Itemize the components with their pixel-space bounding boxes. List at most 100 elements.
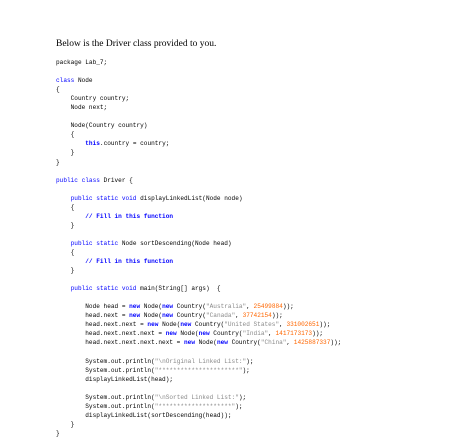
code-token: new — [129, 303, 141, 311]
code-token: "United States" — [224, 321, 280, 329]
code-token: Node( — [140, 312, 163, 320]
code-line: Node next; — [56, 103, 341, 112]
code-line: { — [56, 248, 341, 257]
code-token: ); — [235, 402, 243, 410]
document-page: Below is the Driver class provided to yo… — [0, 0, 474, 437]
code-token: new — [180, 321, 192, 329]
code-line: } — [56, 148, 341, 157]
code-line: { — [56, 130, 341, 139]
code-token: 331002651 — [286, 321, 320, 329]
code-token: { — [56, 203, 75, 211]
code-token: "Australia" — [205, 303, 247, 311]
code-line: Node head = new Node(new Country("Austra… — [56, 302, 341, 311]
code-token: , — [246, 303, 254, 311]
code-token: "\nOriginal Linked List:" — [154, 357, 247, 365]
code-line: } — [56, 429, 341, 438]
code-token: head.next = — [56, 312, 130, 320]
code-token: )); — [282, 303, 294, 311]
code-line: class Node — [56, 76, 341, 85]
code-token: Node head = — [56, 303, 130, 311]
code-token: } — [56, 149, 75, 157]
code-line: displayLinkedList(head); — [56, 375, 341, 384]
page-heading: Below is the Driver class provided to yo… — [56, 39, 217, 49]
code-line: } — [56, 266, 341, 275]
code-token: ); — [246, 357, 254, 365]
code-token: new — [147, 321, 159, 329]
code-token: new — [162, 303, 174, 311]
code-line: package Lab_7; — [56, 58, 341, 67]
code-token: Country( — [227, 339, 261, 347]
code-token: { — [56, 86, 60, 94]
code-line: Node(Country country) — [56, 121, 341, 130]
code-token: new — [184, 339, 195, 347]
code-token: )); — [271, 312, 283, 320]
code-token: Node sortDescending(Node head) — [118, 239, 232, 247]
code-line: public static void displayLinkedList(Nod… — [56, 194, 341, 203]
code-token: main(String[] args) { — [136, 285, 221, 293]
code-token: package Lab_7; — [56, 59, 108, 66]
code-token: )); — [312, 330, 324, 338]
code-line: public class Driver { — [56, 176, 341, 185]
code-token: displayLinkedList(head); — [56, 375, 174, 383]
code-token: System.out.println( — [56, 366, 155, 374]
code-token: )); — [330, 339, 342, 347]
code-token: , — [235, 312, 243, 320]
code-token: } — [56, 429, 60, 437]
code-line: public static Node sortDescending(Node h… — [56, 239, 341, 248]
code-line: head.next.next = new Node(new Country("U… — [56, 320, 341, 329]
code-line: System.out.println("\nSorted Linked List… — [56, 393, 341, 402]
code-token: } — [56, 267, 75, 275]
code-token: // Fill in this function — [56, 212, 174, 220]
code-token: , — [286, 339, 294, 347]
code-token: } — [56, 158, 60, 166]
code-line: System.out.println("********************… — [56, 402, 341, 411]
code-token: 1425887337 — [293, 339, 331, 347]
code-token: Country( — [173, 303, 206, 311]
code-line: System.out.println("********************… — [56, 366, 341, 375]
code-token: Country country; — [56, 95, 130, 103]
code-line: displayLinkedList(sortDescending(head)); — [56, 411, 341, 420]
code-token: displayLinkedList(Node node) — [136, 194, 243, 202]
code-line: { — [56, 85, 341, 94]
code-token: this — [85, 140, 100, 148]
code-line: head.next.next.next.next = new Node(new … — [56, 338, 341, 347]
code-token: 1417173173 — [275, 330, 313, 338]
code-token: Node( — [140, 303, 163, 311]
code-block: package Lab_7; class Node{ Country count… — [56, 58, 341, 438]
code-token: 37742154 — [242, 312, 272, 320]
code-token: Country( — [209, 330, 243, 338]
code-token: class — [56, 77, 75, 85]
code-token: Node( — [158, 321, 181, 329]
code-token: System.out.println( — [56, 393, 155, 401]
code-token: Country( — [173, 312, 206, 320]
code-token: , — [268, 330, 276, 338]
code-token: public class — [56, 176, 100, 184]
code-token: public static void — [70, 285, 137, 293]
code-token: System.out.println( — [56, 357, 155, 365]
code-token: ); — [242, 366, 250, 374]
code-token: 25499884 — [253, 303, 283, 311]
code-token: head.next.next = — [56, 321, 148, 329]
code-token: } — [56, 221, 75, 229]
code-token: System.out.println( — [56, 402, 155, 410]
code-token: public static void — [70, 194, 137, 202]
code-token: "China" — [260, 339, 287, 347]
code-line: } — [56, 158, 341, 167]
code-token: Node — [74, 77, 93, 85]
code-token: public static — [70, 239, 119, 247]
code-token: { — [56, 248, 75, 256]
code-line: } — [56, 221, 341, 230]
code-line: // Fill in this function — [56, 212, 341, 221]
code-line: head.next = new Node(new Country("Canada… — [56, 311, 341, 320]
code-line: // Fill in this function — [56, 257, 341, 266]
code-token: Driver { — [99, 176, 133, 184]
code-line: head.next.next.next = new Node(new Count… — [56, 329, 341, 338]
